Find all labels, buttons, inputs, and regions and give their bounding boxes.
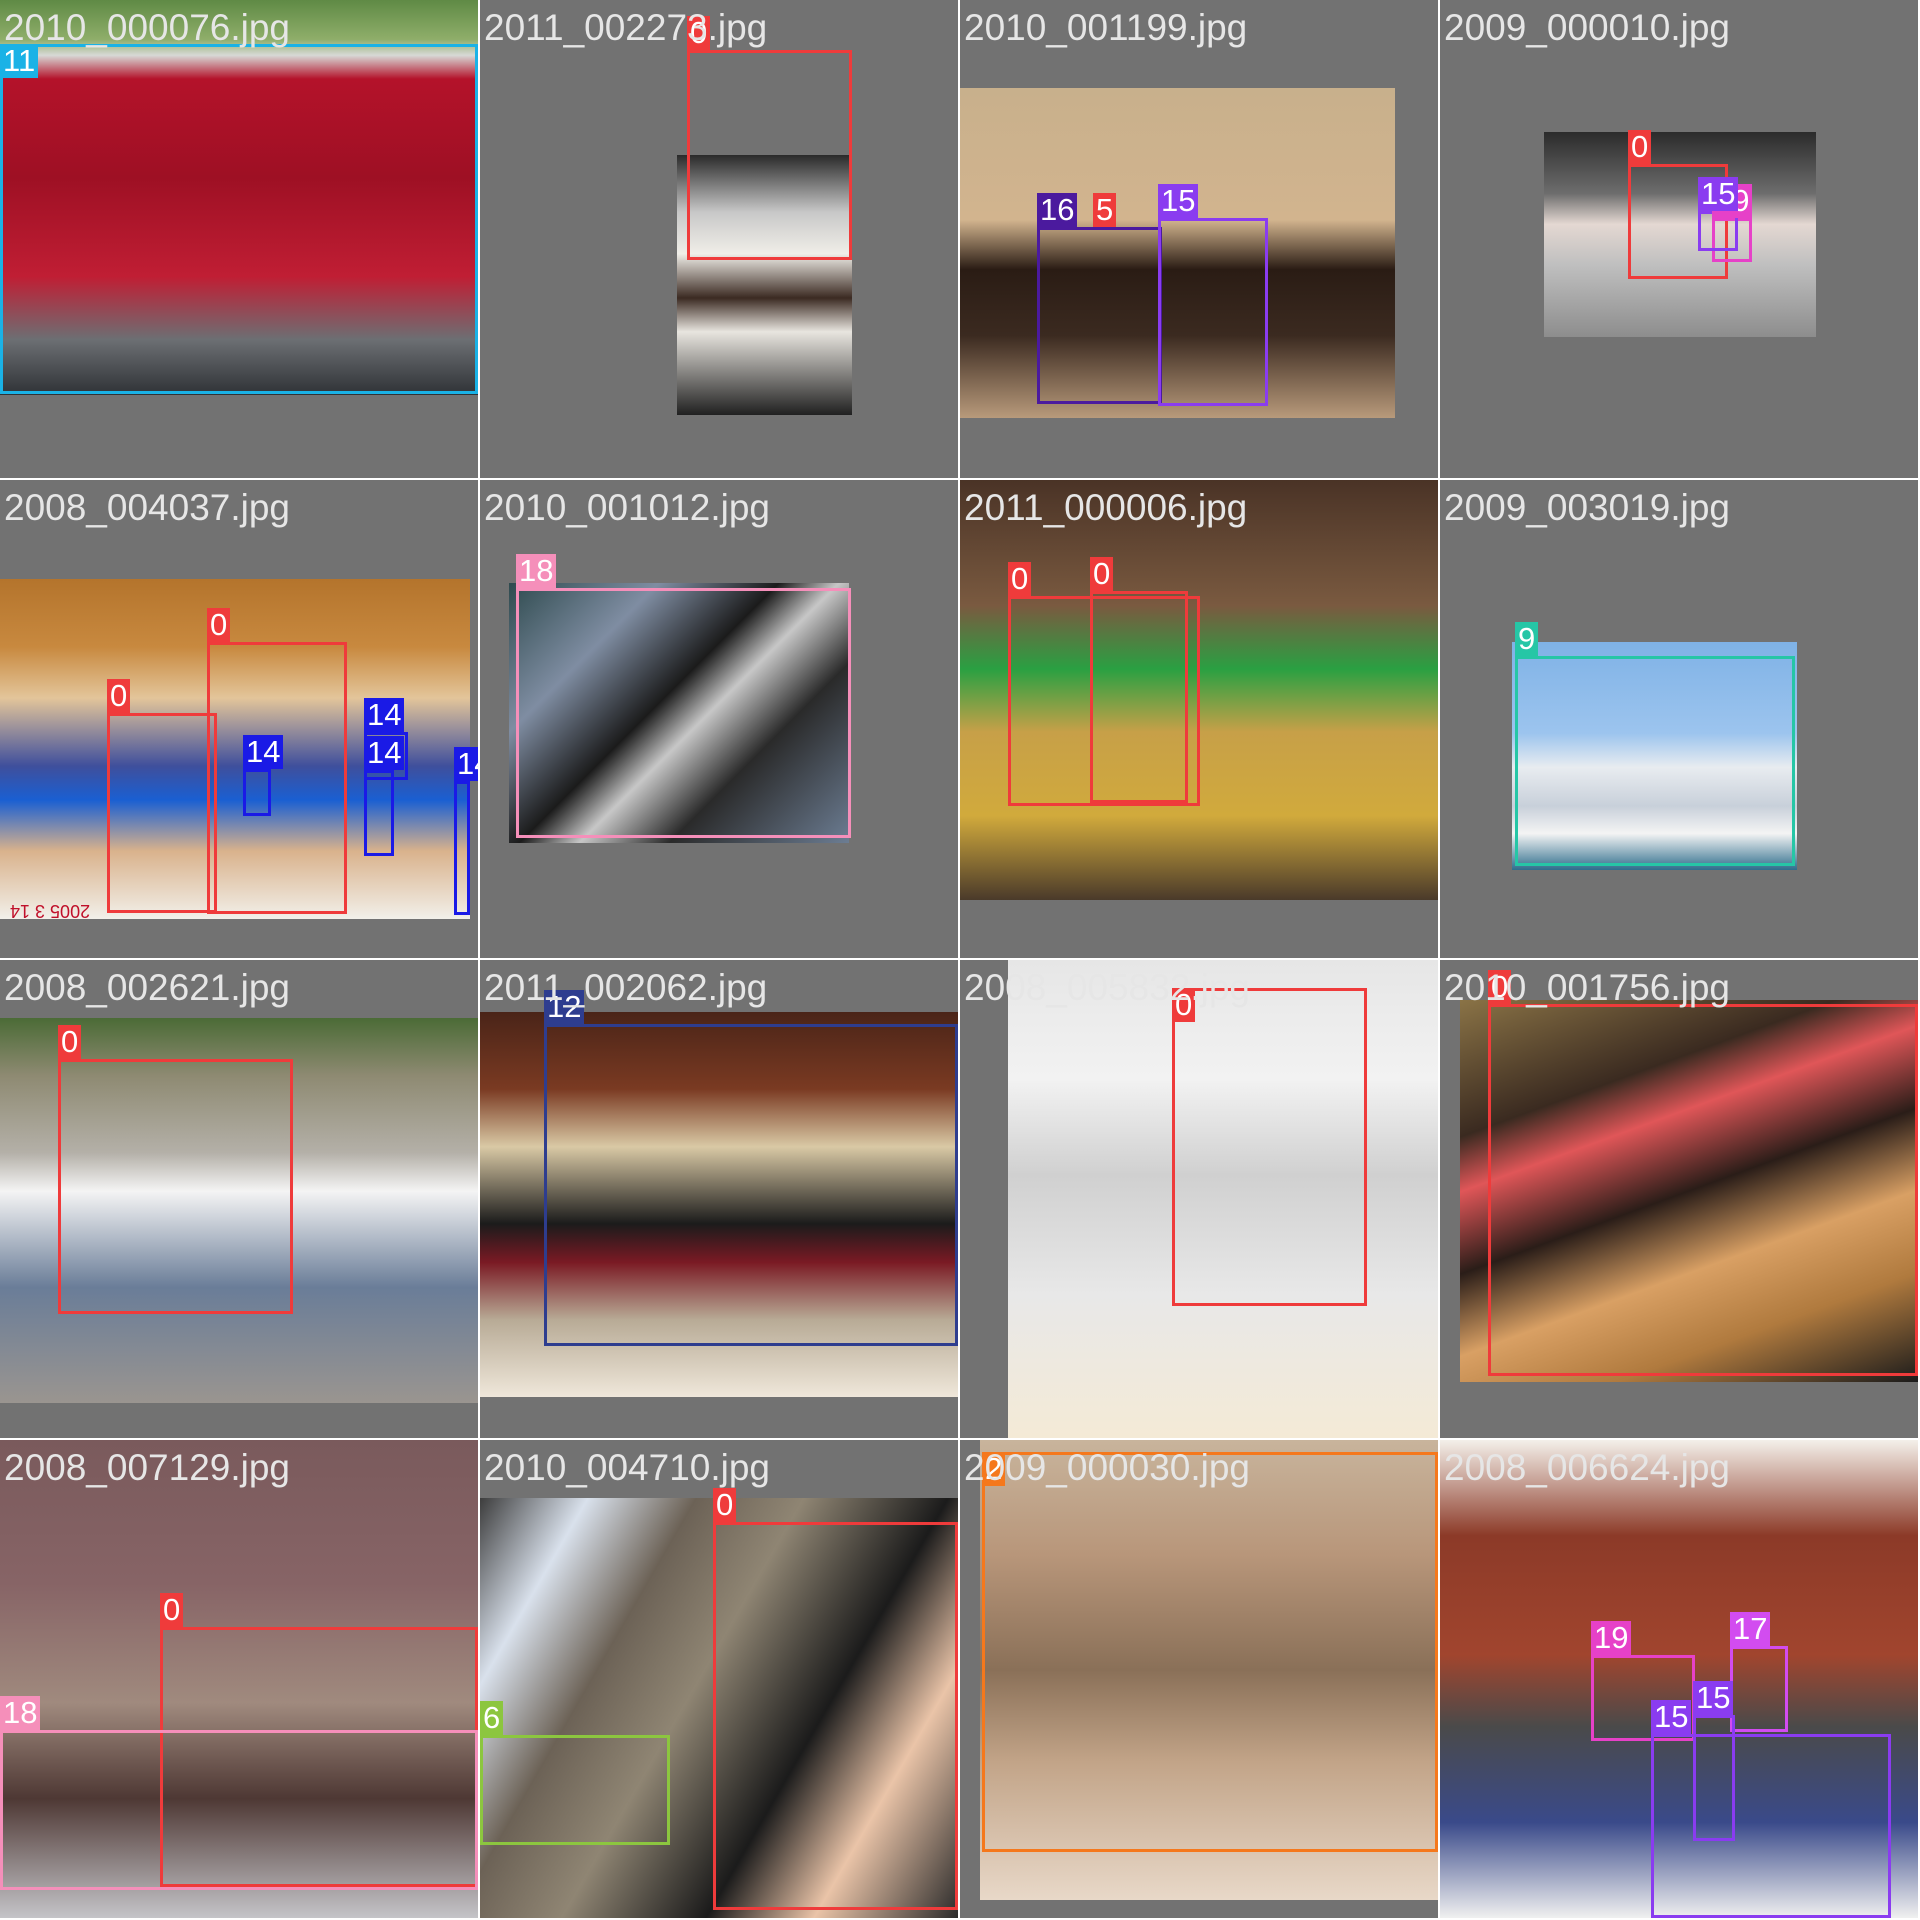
- tile-filename: 2010_001756.jpg: [1444, 967, 1731, 1008]
- bounding-box: [1037, 227, 1162, 404]
- bounding-box: [243, 769, 271, 816]
- mosaic-tile: 2011_000006.jpg 0 0: [960, 480, 1438, 958]
- mosaic-tile: 2010_000076.jpg 11: [0, 0, 478, 478]
- bounding-box: [687, 50, 852, 260]
- mosaic-tile: 2009_003019.jpg 9: [1440, 480, 1918, 958]
- photo-date-stamp: 2005 3 14: [10, 901, 91, 921]
- box-class-label: 14: [454, 747, 478, 781]
- box-class-label: 18: [0, 1696, 41, 1730]
- box-class-label: 0: [1008, 562, 1032, 596]
- bounding-box: [107, 713, 217, 913]
- box-class-label: 0: [207, 608, 231, 642]
- bounding-box: [544, 1024, 958, 1346]
- box-class-label: 18: [516, 554, 557, 588]
- box-class-label: 14: [243, 735, 284, 769]
- box-class-label: 15: [1158, 184, 1199, 218]
- tile-filename: 2008_004037.jpg: [4, 487, 291, 528]
- box-class-label: 0: [160, 1593, 184, 1627]
- mosaic-tile: 2011_002062.jpg 12: [480, 960, 958, 1438]
- box-class-label: 0: [713, 1488, 737, 1522]
- box-class-label: 15: [1693, 1681, 1734, 1715]
- box-class-label: 0: [107, 679, 131, 713]
- mosaic-tile: 2010_001012.jpg 18: [480, 480, 958, 958]
- box-class-label: 0: [58, 1025, 82, 1059]
- mosaic-tile: 2010_004710.jpg 0 6: [480, 1440, 958, 1918]
- box-class-label: 0: [1090, 557, 1114, 591]
- mosaic-tile: 2010_001756.jpg 0: [1440, 960, 1918, 1438]
- bounding-box: [1651, 1734, 1891, 1918]
- tile-filename: 2009_000030.jpg: [964, 1447, 1251, 1488]
- tile-filename: 2011_000006.jpg: [964, 487, 1248, 528]
- bounding-box: [713, 1522, 958, 1910]
- image-mosaic: 2010_000076.jpg 11 2011_002273.jpg 0 2010_00…: [0, 0, 1920, 1920]
- bounding-box: [1488, 1004, 1918, 1376]
- bounding-box: [480, 1735, 670, 1845]
- bounding-box: [364, 770, 394, 856]
- tile-filename: 2008_005832.jpg: [964, 967, 1251, 1008]
- box-class-label: 0: [1628, 130, 1652, 164]
- tile-filename: 2010_000076.jpg: [4, 7, 291, 48]
- bounding-box: [1090, 591, 1188, 803]
- bounding-box: [1730, 1646, 1788, 1732]
- box-class-label: 16: [1037, 193, 1078, 227]
- mosaic-tile: 2008_007129.jpg 0 18: [0, 1440, 478, 1918]
- bounding-box: [0, 1730, 478, 1890]
- box-class-label: 14: [364, 698, 405, 732]
- tile-filename: 2010_001012.jpg: [484, 487, 771, 528]
- tile-filename: 2010_001199.jpg: [964, 7, 1248, 48]
- box-class-label: 17: [1730, 1612, 1771, 1646]
- bounding-box: [58, 1059, 293, 1314]
- tile-filename: 2008_002621.jpg: [4, 967, 291, 1008]
- box-class-label: 19: [1591, 1621, 1632, 1655]
- tile-filename: 2008_006624.jpg: [1444, 1447, 1731, 1488]
- box-class-label: 15: [1651, 1700, 1692, 1734]
- bounding-box: [1158, 218, 1268, 406]
- bounding-box: [207, 642, 347, 914]
- bounding-box: [1515, 656, 1795, 866]
- box-class-label: 15: [1698, 177, 1739, 211]
- bounding-box: [454, 781, 470, 915]
- box-class-label: 5: [1093, 193, 1117, 227]
- bounding-box: [1172, 988, 1367, 1306]
- mosaic-tile: 2008_005832.jpg 0: [960, 960, 1438, 1438]
- box-class-label: 14: [364, 736, 405, 770]
- box-class-label: 9: [1515, 622, 1539, 656]
- tile-filename: 2009_000010.jpg: [1444, 7, 1731, 48]
- bounding-box: [516, 588, 851, 838]
- tile-filename: 2010_004710.jpg: [484, 1447, 771, 1488]
- mosaic-tile: 2008_004037.jpg 0 0 14 14 14 14 2005 3 14: [0, 480, 478, 958]
- mosaic-tile: 2011_002273.jpg 0: [480, 0, 958, 478]
- mosaic-tile: 2010_001199.jpg 16 5 15: [960, 0, 1438, 478]
- mosaic-tile: 2009_000030.jpg 2: [960, 1440, 1438, 1918]
- tile-filename: 2011_002062.jpg: [484, 967, 768, 1008]
- tile-filename: 2009_003019.jpg: [1444, 487, 1731, 528]
- box-class-label: 11: [0, 44, 39, 78]
- mosaic-tile: 2008_006624.jpg 19 17 15 15: [1440, 1440, 1918, 1918]
- bounding-box: [0, 44, 478, 394]
- tile-filename: 2011_002273.jpg: [484, 7, 768, 48]
- bounding-box: [982, 1452, 1438, 1852]
- mosaic-tile: 2008_002621.jpg 0: [0, 960, 478, 1438]
- tile-filename: 2008_007129.jpg: [4, 1447, 291, 1488]
- mosaic-tile: 2009_000010.jpg01915: [1440, 0, 1918, 478]
- box-class-label: 6: [480, 1701, 504, 1735]
